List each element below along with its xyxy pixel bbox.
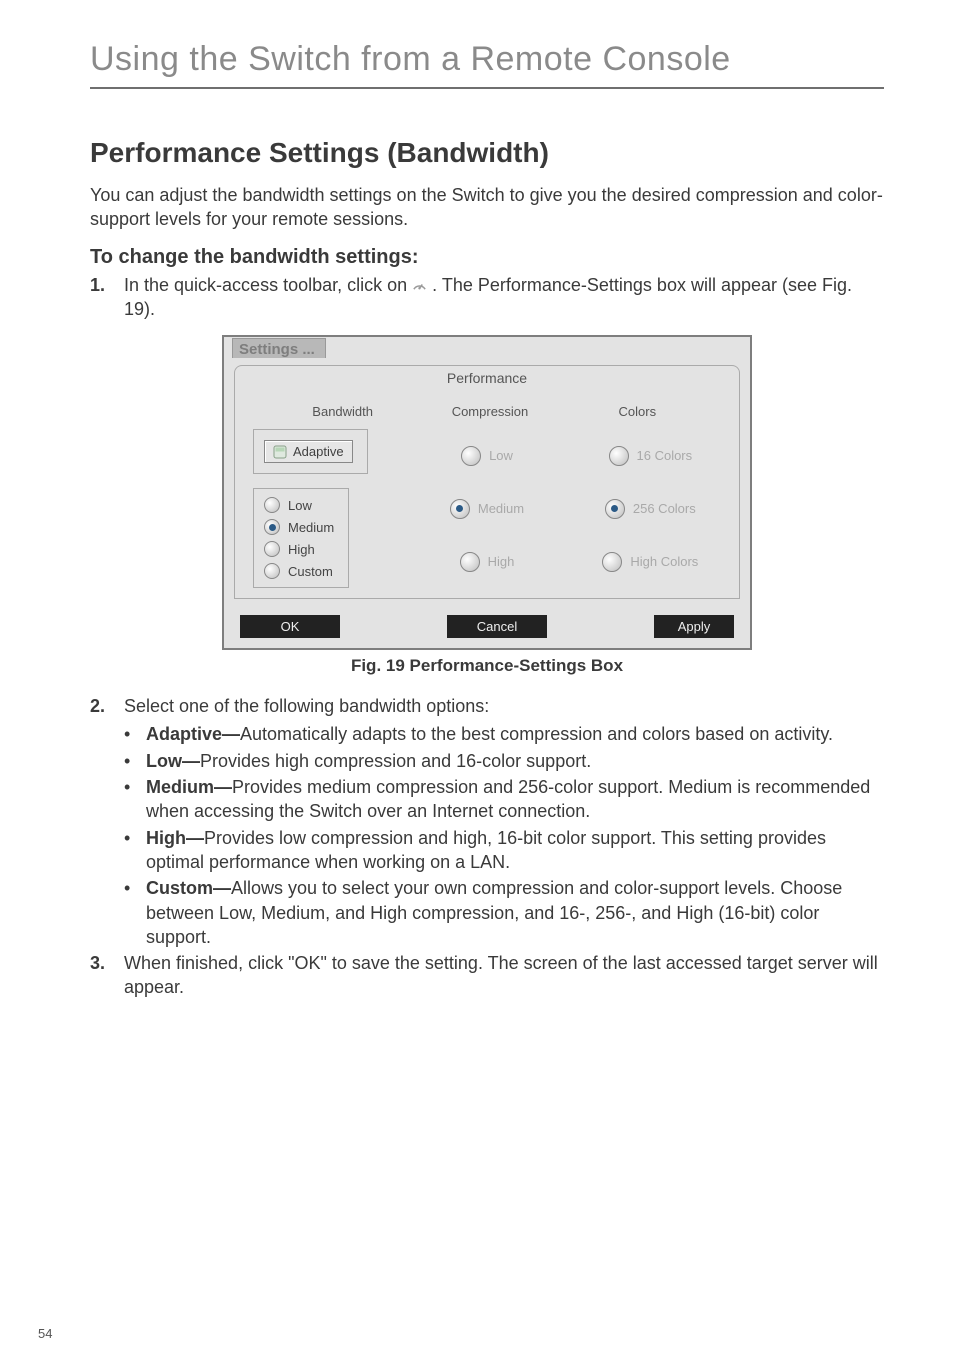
adaptive-group: Adaptive — [253, 429, 368, 474]
bandwidth-high-label: High — [288, 542, 315, 557]
adaptive-button[interactable]: Adaptive — [264, 440, 353, 463]
performance-toolbar-icon — [412, 277, 427, 292]
colors-column: 16 Colors 256 Colors High Colors — [580, 429, 721, 588]
settings-dialog: Settings ... Performance Bandwidth Compr… — [222, 335, 752, 650]
col-header-colors: Colors — [564, 404, 711, 419]
colors-256-radio[interactable]: 256 Colors — [605, 499, 696, 519]
bandwidth-low-label: Low — [288, 498, 312, 513]
intro-paragraph: You can adjust the bandwidth settings on… — [90, 183, 884, 232]
compression-low-radio[interactable]: Low — [461, 446, 513, 466]
compression-high-label: High — [488, 554, 515, 569]
compression-medium-radio[interactable]: Medium — [450, 499, 524, 519]
apply-button[interactable]: Apply — [654, 615, 734, 638]
compression-medium-label: Medium — [478, 501, 524, 516]
option-custom-term: Custom— — [146, 878, 231, 898]
step-2: 2. Select one of the following bandwidth… — [90, 694, 884, 718]
bandwidth-custom-label: Custom — [288, 564, 333, 579]
performance-panel: Bandwidth Compression Colors — [234, 390, 740, 599]
step-number: 2. — [90, 694, 124, 718]
step-1: 1. In the quick-access toolbar, click on… — [90, 273, 884, 322]
col-header-bandwidth: Bandwidth — [263, 404, 416, 419]
section-title: Performance Settings (Bandwidth) — [90, 137, 884, 169]
compression-low-label: Low — [489, 448, 513, 463]
option-adaptive-desc: Automatically adapts to the best compres… — [240, 724, 833, 744]
step-1-text-a: In the quick-access toolbar, click on — [124, 275, 412, 295]
option-custom-desc: Allows you to select your own compressio… — [146, 878, 842, 947]
colors-high-radio[interactable]: High Colors — [602, 552, 698, 572]
cancel-button[interactable]: Cancel — [447, 615, 547, 638]
option-adaptive-term: Adaptive— — [146, 724, 240, 744]
dialog-footer: OK Cancel Apply — [224, 609, 750, 648]
subheading: To change the bandwidth settings: — [90, 246, 884, 269]
step-3: 3. When finished, click "OK" to save the… — [90, 951, 884, 1000]
option-adaptive: • Adaptive—Automatically adapts to the b… — [124, 722, 884, 746]
option-high-term: High— — [146, 828, 204, 848]
bandwidth-high-radio[interactable]: High — [264, 541, 334, 557]
option-high: • High—Provides low compression and high… — [124, 826, 884, 875]
step-number: 1. — [90, 273, 124, 322]
adaptive-icon — [273, 445, 287, 459]
bandwidth-medium-label: Medium — [288, 520, 334, 535]
bandwidth-custom-radio[interactable]: Custom — [264, 563, 334, 579]
option-medium: • Medium—Provides medium compression and… — [124, 775, 884, 824]
colors-high-label: High Colors — [630, 554, 698, 569]
step-2-text: Select one of the following bandwidth op… — [124, 694, 884, 718]
ok-button[interactable]: OK — [240, 615, 340, 638]
figure-caption: Fig. 19 Performance-Settings Box — [90, 656, 884, 676]
page: Using the Switch from a Remote Console P… — [0, 0, 954, 1363]
bandwidth-low-radio[interactable]: Low — [264, 497, 334, 513]
step-3-text: When finished, click "OK" to save the se… — [124, 951, 884, 1000]
option-low-term: Low— — [146, 751, 200, 771]
compression-column: Low Medium High — [416, 429, 557, 588]
running-head: Using the Switch from a Remote Console — [90, 40, 884, 89]
option-medium-term: Medium— — [146, 777, 232, 797]
option-custom: • Custom—Allows you to select your own c… — [124, 876, 884, 949]
colors-16-label: 16 Colors — [637, 448, 693, 463]
dialog-figure: Settings ... Performance Bandwidth Compr… — [222, 335, 752, 650]
dialog-title-tab: Settings ... — [232, 338, 326, 358]
colors-256-label: 256 Colors — [633, 501, 696, 516]
options-list: • Adaptive—Automatically adapts to the b… — [90, 722, 884, 949]
colors-16-radio[interactable]: 16 Colors — [609, 446, 693, 466]
option-high-desc: Provides low compression and high, 16-bi… — [146, 828, 826, 872]
bandwidth-radio-group: Low Medium High — [253, 488, 349, 588]
step-number: 3. — [90, 951, 124, 1000]
option-low-desc: Provides high compression and 16-color s… — [200, 751, 591, 771]
col-header-compression: Compression — [416, 404, 563, 419]
page-number: 54 — [38, 1326, 52, 1341]
option-low: • Low—Provides high compression and 16-c… — [124, 749, 884, 773]
compression-high-radio[interactable]: High — [460, 552, 515, 572]
option-medium-desc: Provides medium compression and 256-colo… — [146, 777, 870, 821]
performance-tab[interactable]: Performance — [234, 365, 740, 390]
adaptive-label: Adaptive — [293, 444, 344, 459]
bandwidth-medium-radio[interactable]: Medium — [264, 519, 334, 535]
